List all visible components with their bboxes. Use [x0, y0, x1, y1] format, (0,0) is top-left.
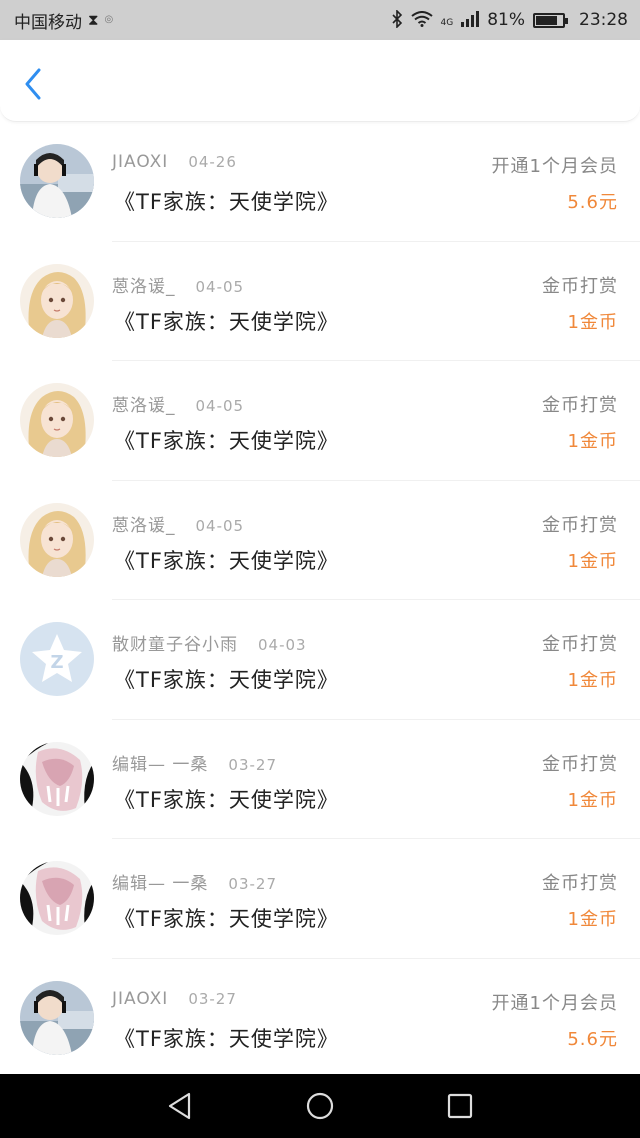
circle-home-icon [306, 1092, 334, 1120]
avatar[interactable]: Z [20, 622, 94, 696]
record-meta: 编辑— 一桑 03-27 [112, 869, 277, 894]
record-date: 04-05 [195, 397, 245, 415]
battery-percent: 81% [487, 10, 525, 30]
username: JIAOXI [112, 152, 169, 172]
bluetooth-icon [391, 8, 403, 31]
avatar-pink-cat-icon [20, 741, 94, 816]
system-recents-button[interactable] [440, 1086, 480, 1126]
avatar-anime-blonde-icon [20, 383, 94, 457]
system-home-button[interactable] [300, 1086, 340, 1126]
username: 蒽洛谖_ [112, 396, 176, 416]
list-item[interactable]: JIAOXI 04-26 《TF家族：天使学院》 开通1个月会员 5.6元 [0, 122, 640, 242]
avatar-photo-girl-icon [20, 980, 94, 1055]
support-type: 金币打赏 [542, 395, 618, 416]
carrier-label: 中国移动 [14, 12, 82, 33]
top-nav-bar [0, 40, 640, 122]
avatar[interactable] [20, 383, 94, 457]
record-meta: JIAOXI 04-26 [112, 152, 237, 172]
record-meta: 蒽洛谖_ 04-05 [112, 272, 244, 297]
support-amount: 1金币 [567, 789, 618, 811]
support-amount: 1金币 [567, 909, 618, 930]
username: 蒽洛谖_ [112, 515, 176, 536]
notification-dot-icon: ◎ [104, 14, 114, 25]
battery-fill [536, 15, 558, 25]
network-type-label: 4G [440, 17, 454, 28]
chevron-left-icon [25, 68, 41, 100]
record-meta: 散财童子谷小雨 04-03 [112, 630, 307, 655]
avatar-pink-cat-icon [20, 861, 94, 935]
record-date: 04-05 [195, 277, 245, 296]
username: 散财童子谷小雨 [112, 635, 238, 655]
avatar[interactable] [20, 144, 94, 218]
username: 编辑— 一桑 [112, 754, 209, 775]
wifi-icon [410, 10, 433, 30]
square-recents-icon [447, 1093, 473, 1119]
avatar[interactable] [20, 502, 94, 577]
avatar-default-star-icon: Z [20, 622, 94, 696]
avatar[interactable] [20, 741, 94, 816]
support-amount: 1金币 [567, 431, 618, 452]
support-amount: 5.6元 [567, 192, 618, 213]
list-item[interactable]: 蒽洛谖_ 04-05 《TF家族：天使学院》 金币打赏 1金币 [0, 361, 640, 481]
support-amount: 1金币 [567, 550, 618, 572]
record-meta: 蒽洛谖_ 04-05 [112, 391, 244, 416]
support-amount: 1金币 [567, 311, 618, 333]
avatar[interactable] [20, 263, 94, 338]
record-meta: 蒽洛谖_ 04-05 [112, 511, 244, 536]
support-type: 金币打赏 [542, 753, 618, 775]
battery-icon [533, 12, 568, 28]
record-date: 04-03 [258, 636, 307, 654]
avatar-photo-girl-icon [20, 144, 94, 218]
username: JIAOXI [112, 988, 169, 1009]
svg-text:Z: Z [50, 652, 63, 673]
support-type: 金币打赏 [542, 275, 618, 297]
list-item[interactable]: Z 散财童子谷小雨 04-03 《TF家族：天使学院》 金币打赏 1金币 [0, 600, 640, 720]
avatar[interactable] [20, 980, 94, 1055]
system-nav-bar [0, 1074, 640, 1138]
record-meta: JIAOXI 03-27 [112, 989, 237, 1009]
back-button[interactable] [18, 66, 48, 102]
username: 编辑— 一桑 [112, 874, 209, 894]
support-type: 开通1个月会员 [491, 156, 618, 177]
record-date: 04-26 [188, 153, 237, 171]
record-date: 03-27 [228, 755, 277, 774]
hourglass-icon: ⧗ [88, 10, 99, 29]
signal-icon [461, 10, 480, 30]
avatar-anime-blonde-icon [20, 263, 94, 338]
record-date: 04-05 [195, 516, 245, 535]
book-title: 《TF家族：天使学院》 [114, 309, 339, 334]
triangle-back-icon [168, 1092, 191, 1120]
record-date: 03-27 [228, 875, 277, 893]
support-amount: 5.6元 [567, 1028, 618, 1050]
system-back-button[interactable] [160, 1086, 200, 1126]
book-title: 《TF家族：天使学院》 [114, 668, 339, 692]
username: 蒽洛谖_ [112, 276, 176, 297]
record-date: 03-27 [188, 989, 237, 1008]
list-item[interactable]: 编辑— 一桑 03-27 《TF家族：天使学院》 金币打赏 1金币 [0, 720, 640, 839]
record-meta: 编辑— 一桑 03-27 [112, 750, 277, 775]
book-title: 《TF家族：天使学院》 [114, 190, 339, 214]
book-title: 《TF家族：天使学院》 [114, 907, 339, 931]
list-item[interactable]: 编辑— 一桑 03-27 《TF家族：天使学院》 金币打赏 1金币 [0, 839, 640, 959]
book-title: 《TF家族：天使学院》 [114, 787, 339, 812]
book-title: 《TF家族：天使学院》 [114, 1026, 339, 1051]
support-type: 金币打赏 [542, 514, 618, 536]
support-type: 金币打赏 [542, 634, 618, 655]
book-title: 《TF家族：天使学院》 [114, 548, 339, 573]
list-item[interactable]: JIAOXI 03-27 《TF家族：天使学院》 开通1个月会员 5.6元 [0, 959, 640, 1078]
avatar-anime-blonde-icon [20, 502, 94, 577]
book-title: 《TF家族：天使学院》 [114, 429, 339, 453]
status-bar: 中国移动 ⧗ ◎ 4G 81% 23:28 [0, 0, 640, 40]
avatar[interactable] [20, 861, 94, 935]
support-type: 金币打赏 [542, 873, 618, 894]
record-list: JIAOXI 04-26 《TF家族：天使学院》 开通1个月会员 5.6元 蒽洛谖_ 04-… [0, 122, 640, 1078]
list-item[interactable]: 蒽洛谖_ 04-05 《TF家族：天使学院》 金币打赏 1金币 [0, 242, 640, 361]
clock: 23:28 [579, 10, 628, 30]
support-type: 开通1个月会员 [491, 992, 618, 1014]
support-amount: 1金币 [567, 670, 618, 691]
list-item[interactable]: 蒽洛谖_ 04-05 《TF家族：天使学院》 金币打赏 1金币 [0, 481, 640, 600]
